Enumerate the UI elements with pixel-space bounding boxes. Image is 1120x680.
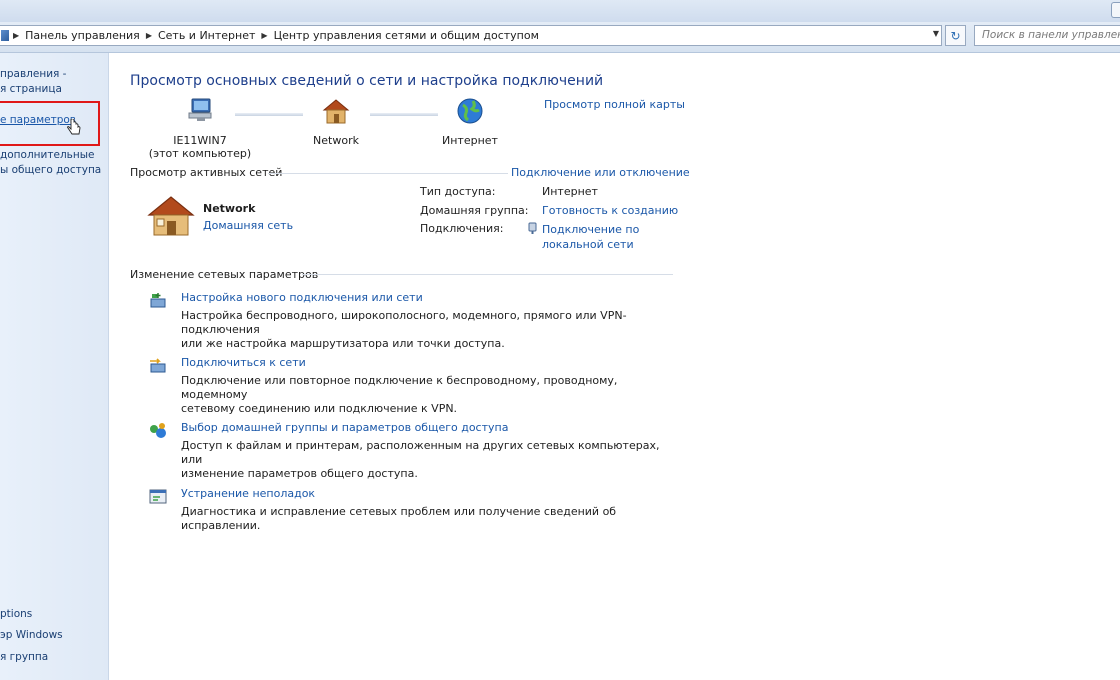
page-title: Просмотр основных сведений о сети и наст… bbox=[130, 73, 604, 89]
home-network-icon bbox=[322, 99, 350, 124]
task-homegroup-desc: Доступ к файлам и принтерам, расположенн… bbox=[181, 439, 681, 481]
homegroup-icon bbox=[150, 423, 166, 438]
search-placeholder: Поиск в панели управления bbox=[982, 29, 1120, 41]
sidebar-item-control-panel-home[interactable]: правления - bbox=[0, 67, 108, 82]
globe-icon bbox=[457, 98, 483, 124]
troubleshoot-icon bbox=[149, 489, 167, 504]
chevron-right-icon[interactable]: ▶ bbox=[146, 31, 152, 40]
map-node-computer[interactable]: IE11WIN7 (этот компьютер) bbox=[145, 97, 255, 160]
task-desc-line: Доступ к файлам и принтерам, расположенн… bbox=[181, 439, 660, 466]
sidebar-see-also-homegroup[interactable]: я группа bbox=[0, 650, 108, 665]
task-desc-line: изменение параметров общего доступа. bbox=[181, 467, 418, 480]
access-type-label: Тип доступа: bbox=[420, 185, 496, 198]
computer-icon bbox=[188, 98, 212, 121]
address-bar[interactable]: ▶ Панель управления ▶ Сеть и Интернет ▶ … bbox=[0, 25, 942, 46]
homegroup-link[interactable]: Готовность к созданию bbox=[542, 204, 678, 217]
highlight-annotation bbox=[0, 101, 100, 146]
task-new-connection-link[interactable]: Настройка нового подключения или сети bbox=[181, 291, 423, 304]
map-link-line bbox=[235, 113, 303, 116]
address-bar-row: ▶ Панель управления ▶ Сеть и Интернет ▶ … bbox=[0, 22, 1120, 53]
breadcrumb: ▶ Панель управления ▶ Сеть и Интернет ▶ … bbox=[1, 26, 545, 45]
active-networks-heading: Просмотр активных сетей bbox=[130, 166, 283, 179]
connect-network-icon bbox=[150, 358, 166, 373]
local-connection-link[interactable]: Подключение по локальной сети bbox=[542, 222, 639, 252]
connect-disconnect-link[interactable]: Подключение или отключение bbox=[511, 166, 690, 179]
network-node-label: Network bbox=[313, 134, 359, 147]
new-connection-icon bbox=[150, 293, 166, 308]
change-settings-heading: Изменение сетевых параметров bbox=[130, 268, 319, 281]
window-top-strip bbox=[0, 0, 1120, 22]
chevron-right-icon[interactable]: ▶ bbox=[13, 31, 19, 40]
view-full-map-link[interactable]: Просмотр полной карты bbox=[544, 98, 685, 111]
ethernet-icon bbox=[528, 222, 537, 234]
minimize-button[interactable] bbox=[1111, 2, 1120, 18]
sidebar-item-control-panel-home-2[interactable]: я страница bbox=[0, 82, 108, 97]
task-desc-line: сетевому соединению или подключение к VP… bbox=[181, 402, 458, 415]
chevron-right-icon[interactable]: ▶ bbox=[261, 31, 267, 40]
task-troubleshoot-desc: Диагностика и исправление сетевых пробле… bbox=[181, 505, 681, 533]
sidebar-item-advanced-sharing-2[interactable]: ы общего доступа bbox=[0, 163, 108, 178]
task-new-connection-desc: Настройка беспроводного, широкополосного… bbox=[181, 309, 681, 351]
homegroup-label: Домашняя группа: bbox=[420, 204, 529, 217]
task-desc-line: Диагностика и исправление сетевых пробле… bbox=[181, 505, 617, 532]
task-desc-line: или же настройка маршрутизатора или точк… bbox=[181, 337, 505, 350]
task-troubleshoot-link[interactable]: Устранение неполадок bbox=[181, 487, 315, 500]
connections-label: Подключения: bbox=[420, 222, 504, 235]
breadcrumb-control-panel[interactable]: Панель управления bbox=[25, 29, 140, 42]
map-node-network[interactable]: Network bbox=[306, 97, 366, 147]
task-connect-network-link[interactable]: Подключиться к сети bbox=[181, 356, 306, 369]
local-connection-line-2: локальной сети bbox=[542, 238, 634, 251]
section-divider bbox=[268, 173, 508, 174]
active-network-name: Network bbox=[203, 202, 256, 215]
task-connect-network-desc: Подключение или повторное подключение к … bbox=[181, 374, 681, 416]
task-desc-line: Настройка беспроводного, широкополосного… bbox=[181, 309, 627, 336]
breadcrumb-network-center[interactable]: Центр управления сетями и общим доступом bbox=[274, 29, 539, 42]
network-type-link[interactable]: Домашняя сеть bbox=[203, 219, 293, 232]
sidebar-see-also-firewall[interactable]: эр Windows bbox=[0, 628, 108, 643]
breadcrumb-network-internet[interactable]: Сеть и Интернет bbox=[158, 29, 255, 42]
sidebar: правления - я страница е параметров допо… bbox=[0, 53, 109, 680]
search-input[interactable]: Поиск в панели управления bbox=[974, 25, 1120, 46]
computer-sub: (этот компьютер) bbox=[148, 147, 252, 160]
map-link-line bbox=[370, 113, 438, 116]
refresh-button[interactable]: ↻ bbox=[945, 25, 966, 46]
refresh-icon: ↻ bbox=[950, 28, 961, 43]
access-type-value: Интернет bbox=[542, 185, 598, 198]
hand-cursor-icon bbox=[67, 119, 81, 135]
local-connection-line-1: Подключение по bbox=[542, 223, 640, 236]
sidebar-see-also-internet-options[interactable]: ptions bbox=[0, 607, 108, 622]
control-panel-icon bbox=[1, 30, 9, 41]
address-dropdown-icon[interactable]: ▼ bbox=[933, 29, 939, 38]
task-desc-line: Подключение или повторное подключение к … bbox=[181, 374, 618, 401]
internet-node-label: Интернет bbox=[442, 134, 498, 147]
sidebar-item-advanced-sharing[interactable]: дополнительные bbox=[0, 148, 108, 163]
home-network-large-icon bbox=[147, 196, 195, 236]
section-divider bbox=[302, 274, 673, 275]
map-node-internet[interactable]: Интернет bbox=[440, 97, 500, 147]
task-homegroup-link[interactable]: Выбор домашней группы и параметров общег… bbox=[181, 421, 508, 434]
computer-name: IE11WIN7 bbox=[173, 134, 227, 147]
